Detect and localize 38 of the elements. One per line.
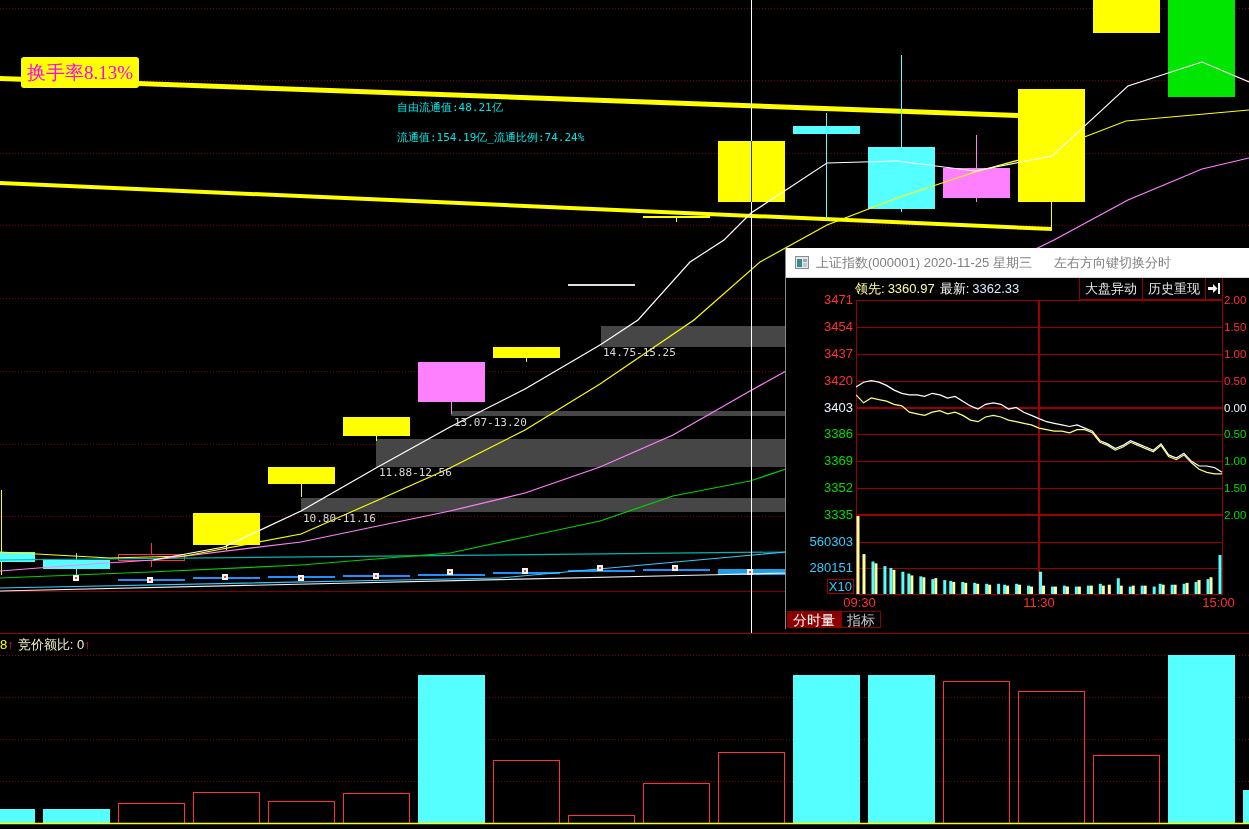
price-axis-label: 3454 [824, 318, 853, 335]
price-axis-label: 3471 [824, 292, 853, 308]
price-axis-label: 3420 [824, 372, 853, 389]
percent-axis-label: 2.00 [1224, 508, 1247, 523]
volume-multiplier: X10 [826, 579, 854, 594]
turnover-badge: 换手率8.13% [21, 57, 140, 88]
quote-label: 最新: [939, 280, 970, 299]
price-zone-label: 13.07-13.20 [454, 416, 527, 429]
time-axis-label: 09:30 [843, 595, 876, 611]
percent-axis-label: 0.00 [1224, 400, 1247, 416]
time-axis-label: 15:00 [1202, 595, 1235, 611]
percent-axis-label: 1.50 [1224, 319, 1247, 335]
price-axis-label: 3369 [824, 453, 853, 470]
percent-axis-label: 1.00 [1224, 346, 1247, 362]
volume-axis-label: 560303 [809, 534, 853, 550]
price-axis-label: 3335 [824, 507, 853, 523]
price-axis-label: 3403 [824, 399, 853, 416]
up-arrow-icon: ↑ [7, 637, 14, 653]
time-axis-label: 11:30 [1023, 595, 1055, 611]
float-value-text: 流通值:154.19亿_流通比例:74.24% [397, 131, 585, 144]
percent-axis-label: 0.50 [1224, 373, 1247, 389]
indicator-label: 竞价额比: 0 [17, 637, 85, 653]
quote-label: 领先: [855, 280, 885, 299]
quote-value: 3360.97 [887, 280, 935, 299]
up-arrow-icon: ↑ [84, 637, 91, 653]
price-axis-label: 3437 [824, 345, 853, 362]
float-value-text: 自由流通值:48.21亿 [397, 101, 503, 114]
price-axis-label: 3386 [824, 426, 853, 443]
percent-axis-label: 2.00 [1224, 293, 1247, 308]
window-hint: 左右方向键切换分时 [1053, 253, 1171, 272]
price-axis-label: 3352 [824, 480, 853, 497]
quote-value: 3362.33 [972, 280, 1020, 299]
percent-axis-label: 1.00 [1224, 454, 1247, 470]
indicator-value: 8 [0, 637, 8, 653]
window-title: 上证指数(000001) 2020-11-25 星期三 [816, 253, 1032, 272]
volume-axis-label: 280151 [809, 560, 853, 576]
percent-axis-label: 1.50 [1224, 481, 1247, 497]
percent-axis-label: 0.50 [1224, 427, 1247, 443]
